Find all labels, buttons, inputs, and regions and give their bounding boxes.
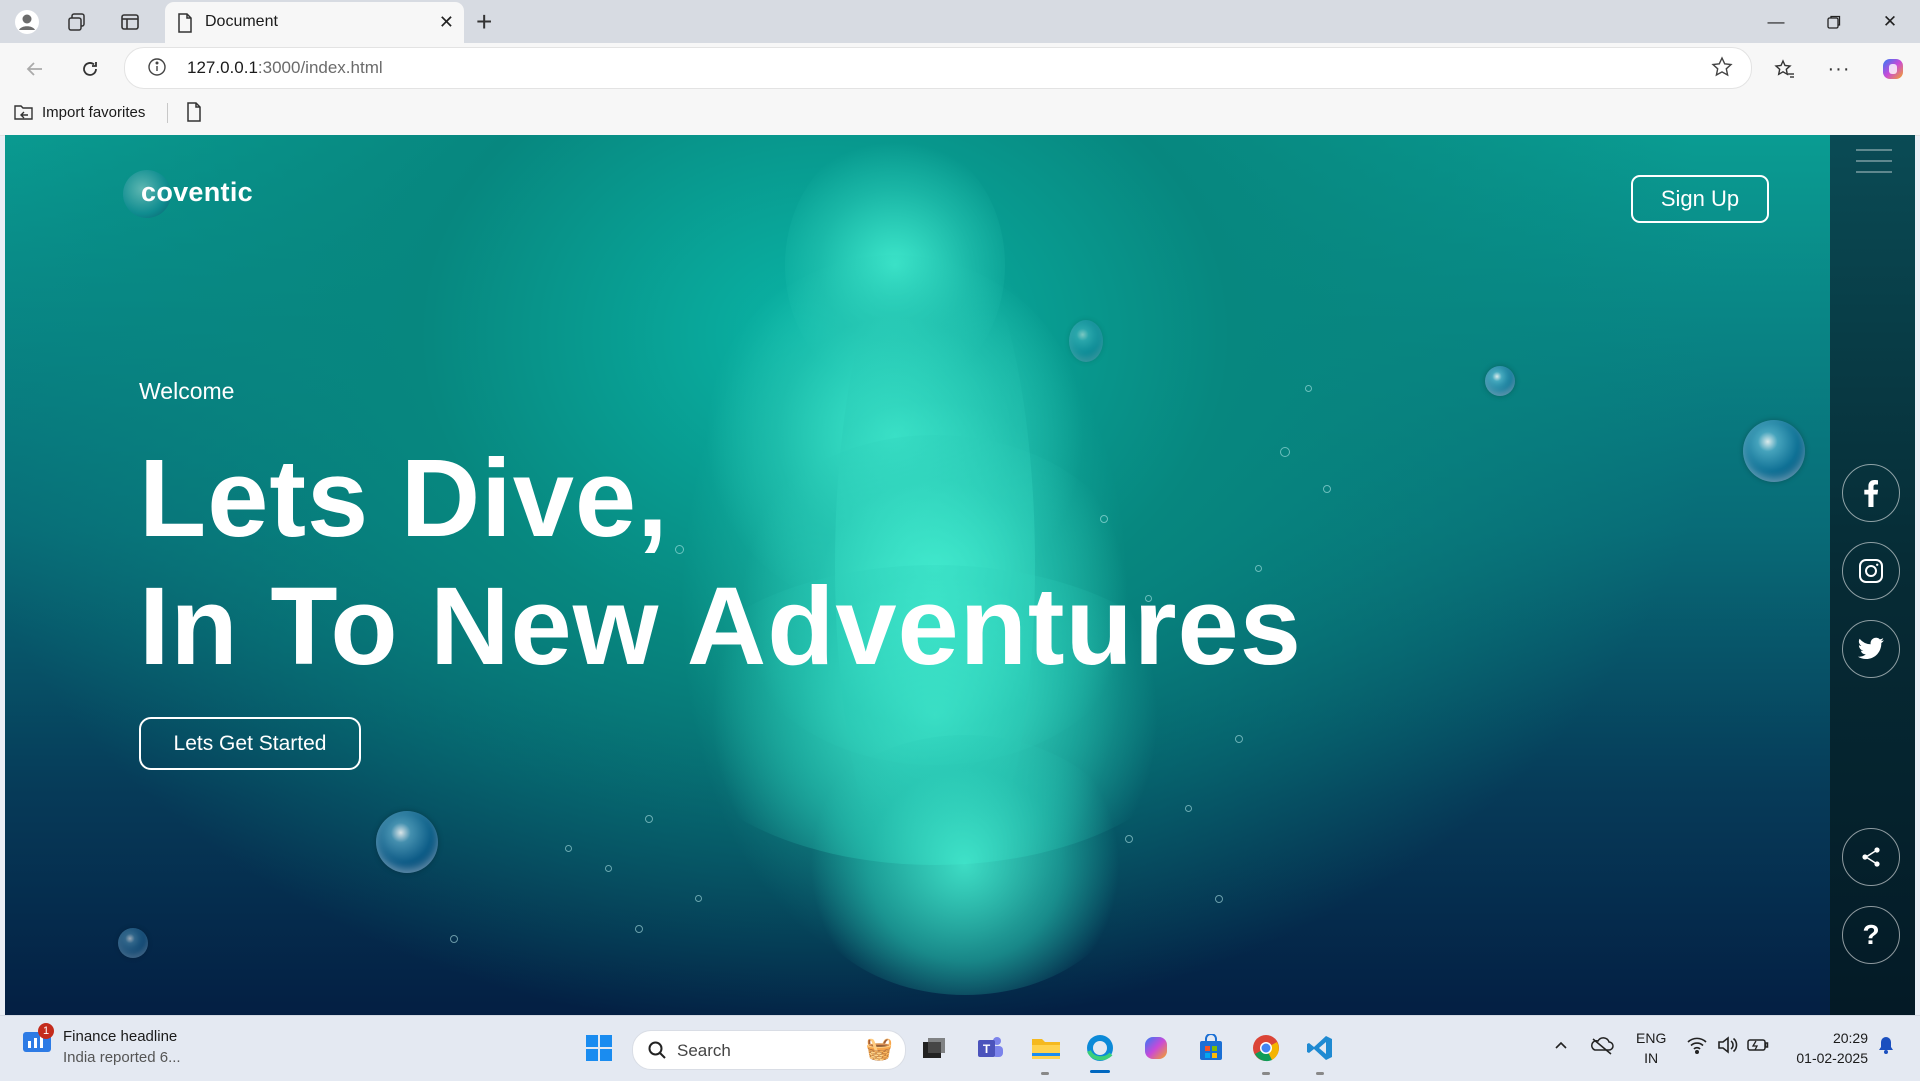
page-viewport: coventic Sign Up Welcome Lets Dive, In T… [5, 135, 1915, 1015]
social-sidebar: ? [1830, 135, 1915, 1015]
refresh-button[interactable] [75, 54, 105, 84]
new-tab-button[interactable]: + [476, 6, 492, 38]
logo-text: coventic [141, 177, 253, 207]
search-icon [647, 1040, 667, 1065]
file-explorer-icon[interactable] [1028, 1030, 1064, 1066]
url-text: 127.0.0.1:3000/index.html [187, 58, 383, 77]
notification-badge: 1 [38, 1023, 54, 1039]
wifi-icon[interactable] [1686, 1030, 1708, 1064]
copilot-app-icon[interactable] [1138, 1030, 1174, 1066]
folder-import-icon [14, 105, 33, 120]
vscode-icon[interactable] [1302, 1030, 1338, 1066]
url-field[interactable]: 127.0.0.1:3000/index.html [124, 47, 1752, 89]
page-icon [177, 13, 193, 38]
teams-icon[interactable]: T [972, 1030, 1008, 1066]
headline-line-2: In To New Adventures [139, 565, 1302, 688]
tab-document[interactable]: Document ✕ [165, 2, 464, 43]
start-button[interactable] [581, 1030, 617, 1066]
restore-button[interactable] [1806, 0, 1862, 43]
headline-line-1: Lets Dive, [139, 437, 669, 560]
site-logo[interactable]: coventic [123, 170, 253, 218]
bubble-decoration [1485, 366, 1515, 396]
close-window-button[interactable]: ✕ [1862, 0, 1918, 43]
get-started-button[interactable]: Lets Get Started [139, 717, 361, 770]
bubble-decoration [118, 928, 148, 958]
copilot-icon[interactable] [1878, 54, 1908, 84]
search-highlight-icon: 🧺 [865, 1036, 893, 1061]
system-clock[interactable]: 20:29 01-02-2025 [1796, 1028, 1868, 1068]
share-icon[interactable] [1842, 828, 1900, 886]
battery-icon[interactable] [1746, 1030, 1770, 1064]
active-app-indicator [1090, 1070, 1110, 1073]
taskbar: 1 Finance headline India reported 6... S… [0, 1015, 1920, 1081]
facebook-icon[interactable] [1842, 464, 1900, 522]
news-subtitle[interactable]: India reported 6... [63, 1049, 181, 1066]
taskbar-search[interactable]: Search 🧺 [632, 1030, 906, 1070]
language-indicator[interactable]: ENG IN [1636, 1028, 1666, 1068]
search-placeholder: Search [677, 1041, 731, 1060]
running-app-indicator [1041, 1072, 1049, 1075]
import-favorites-button[interactable]: Import favorites [14, 103, 145, 121]
hamburger-menu-icon[interactable] [1856, 149, 1892, 182]
workspaces-icon[interactable] [64, 9, 90, 35]
twitter-icon[interactable] [1842, 620, 1900, 678]
edge-browser-icon[interactable] [1082, 1030, 1118, 1066]
address-toolbar: 127.0.0.1:3000/index.html ··· [0, 43, 1920, 92]
favorites-icon[interactable] [1770, 54, 1800, 84]
region-code: IN [1644, 1050, 1659, 1066]
bubble-decoration [1069, 320, 1103, 362]
clock-time: 20:29 [1832, 1030, 1868, 1046]
running-app-indicator [1262, 1072, 1270, 1075]
import-favorites-label: Import favorites [42, 103, 146, 121]
help-icon[interactable]: ? [1842, 906, 1900, 964]
chrome-icon[interactable] [1248, 1030, 1284, 1066]
clock-date: 01-02-2025 [1796, 1050, 1868, 1066]
favorites-divider [167, 103, 168, 123]
sign-up-button[interactable]: Sign Up [1631, 175, 1769, 223]
language-code: ENG [1636, 1030, 1667, 1046]
document-icon[interactable] [186, 102, 202, 127]
svg-text:T: T [983, 1042, 991, 1056]
minimize-button[interactable]: — [1748, 0, 1804, 43]
vertical-tabs-icon[interactable] [117, 9, 143, 35]
running-app-indicator [1316, 1072, 1324, 1075]
hero-headline: Lets Dive, In To New Adventures [139, 435, 1302, 691]
favorites-bar: Import favorites [0, 92, 1920, 136]
profile-icon[interactable] [14, 9, 40, 35]
notification-bell-icon[interactable] [1876, 1030, 1896, 1064]
task-view-icon[interactable] [916, 1030, 952, 1066]
volume-icon[interactable] [1716, 1030, 1738, 1064]
tab-title: Document [205, 13, 278, 30]
hidden-icons-chevron[interactable] [1553, 1030, 1569, 1064]
more-menu-icon[interactable]: ··· [1824, 54, 1854, 84]
browser-tab-bar: Document ✕ + — ✕ [0, 0, 1920, 43]
site-info-icon[interactable] [147, 57, 167, 82]
close-tab-icon[interactable]: ✕ [439, 12, 454, 33]
back-button[interactable] [20, 54, 50, 84]
onedrive-offline-icon[interactable] [1590, 1030, 1614, 1064]
news-title[interactable]: Finance headline [63, 1028, 177, 1045]
bubble-decoration [376, 811, 438, 873]
instagram-icon[interactable] [1842, 542, 1900, 600]
favorite-star-icon[interactable] [1711, 56, 1733, 83]
news-widget[interactable]: 1 [22, 1023, 54, 1059]
welcome-text: Welcome [139, 378, 235, 404]
store-icon[interactable] [1193, 1030, 1229, 1066]
bubble-decoration [1743, 420, 1805, 482]
